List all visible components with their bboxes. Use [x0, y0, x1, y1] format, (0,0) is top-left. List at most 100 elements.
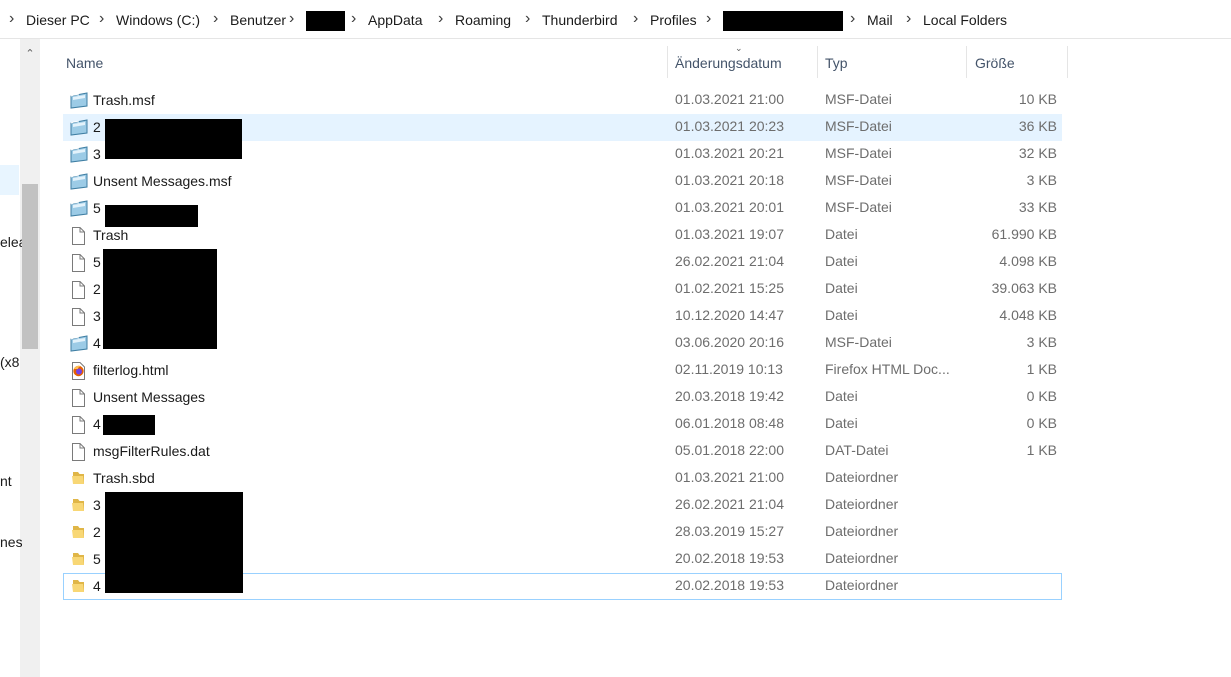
chevron-right-icon[interactable]: ›: [633, 10, 643, 28]
file-row[interactable]: Trash.msf 01.03.2021 21:00 MSF-Datei 10 KB: [63, 87, 1062, 114]
file-row[interactable]: 3 26.02.2021 21:04 Dateiordner: [63, 492, 1062, 593]
redaction-box: [105, 492, 243, 593]
chevron-right-icon[interactable]: ›: [351, 10, 361, 28]
file-size: 3 KB: [1026, 334, 1057, 350]
column-header-size[interactable]: Größe: [975, 54, 1015, 72]
chevron-right-icon[interactable]: ›: [438, 10, 448, 28]
breadcrumb-label: Roaming: [455, 12, 512, 28]
file-row[interactable]: msgFilterRules.dat 05.01.2018 22:00 DAT-Da…: [63, 438, 1062, 465]
column-header-name[interactable]: Name: [66, 54, 103, 72]
file-type: Dateiordner: [825, 577, 899, 593]
file-size: 1 KB: [1026, 442, 1057, 458]
file-name[interactable]: 5: [93, 199, 101, 217]
file-row[interactable]: 2 01.03.2021 20:23 MSF-Datei 36 KB: [63, 114, 1062, 159]
file-row[interactable]: Trash 01.03.2021 19:07 Datei 61.990 KB: [63, 222, 1062, 249]
file-type: Dateiordner: [825, 550, 899, 566]
column-header-type[interactable]: Typ: [825, 54, 848, 72]
blank-file-icon: [69, 254, 87, 272]
column-divider[interactable]: [1067, 46, 1068, 78]
file-name[interactable]: 2: [93, 118, 101, 136]
file-size: 0 KB: [1026, 388, 1057, 404]
file-modified-date: 01.03.2021 20:23: [675, 118, 784, 134]
breadcrumb-label: Mail: [867, 12, 893, 28]
file-name[interactable]: 2: [93, 280, 101, 298]
file-name[interactable]: 3: [93, 307, 101, 325]
breadcrumb-label: Profiles: [650, 12, 697, 28]
scroll-up-icon[interactable]: ⌃: [23, 47, 37, 61]
file-name[interactable]: 5: [93, 253, 101, 271]
msf-file-icon: [69, 173, 88, 190]
chevron-right-icon[interactable]: ›: [850, 10, 860, 28]
nav-selected-item: [0, 165, 19, 195]
chevron-right-icon[interactable]: ›: [289, 10, 299, 28]
redacted-path-segment: [723, 11, 843, 31]
file-name[interactable]: 3: [93, 496, 101, 514]
file-modified-date: 01.03.2021 20:21: [675, 145, 784, 161]
chevron-right-icon[interactable]: ›: [213, 10, 223, 28]
file-name[interactable]: 4: [93, 577, 101, 595]
file-size: 0 KB: [1026, 415, 1057, 431]
file-type: MSF-Datei: [825, 91, 892, 107]
msf-file-icon: [69, 146, 88, 163]
file-modified-date: 20.02.2018 19:53: [675, 577, 784, 593]
folder-icon: [69, 497, 87, 514]
file-name[interactable]: 5: [93, 550, 101, 568]
column-header-date[interactable]: Änderungsdatum: [675, 54, 782, 72]
msf-file-icon: [69, 335, 88, 352]
chevron-right-icon[interactable]: ›: [525, 10, 535, 28]
file-name[interactable]: filterlog.html: [93, 361, 168, 379]
file-name[interactable]: msgFilterRules.dat: [93, 442, 210, 460]
blank-file-icon: [69, 227, 87, 245]
file-type: Datei: [825, 415, 858, 431]
file-row[interactable]: 5 01.03.2021 20:01 MSF-Datei 33 KB: [63, 195, 1062, 227]
file-type: Datei: [825, 226, 858, 242]
file-name[interactable]: 2: [93, 523, 101, 541]
chevron-right-icon[interactable]: ›: [906, 10, 916, 28]
blank-file-icon: [69, 281, 87, 299]
nav-scrollbar-track[interactable]: [20, 39, 40, 677]
file-type: Firefox HTML Doc...: [825, 361, 950, 377]
file-type: MSF-Datei: [825, 199, 892, 215]
column-divider[interactable]: [966, 46, 967, 78]
file-row[interactable]: filterlog.html 02.11.2019 10:13 Firefox HT…: [63, 357, 1062, 384]
nav-item-fragment[interactable]: elea: [0, 233, 22, 251]
address-bar[interactable]: › Dieser PC › Windows (C:) › Benutzer › › AppDat…: [0, 0, 1231, 39]
column-divider[interactable]: [817, 46, 818, 78]
nav-item-fragment[interactable]: nt: [0, 472, 22, 490]
file-type: Datei: [825, 253, 858, 269]
file-size: 32 KB: [1018, 145, 1057, 161]
nav-item-fragment[interactable]: (x8: [0, 353, 22, 371]
file-row[interactable]: Unsent Messages 20.03.2018 19:42 Datei 0 KB: [63, 384, 1062, 411]
breadcrumb-label: Benutzer: [230, 12, 287, 28]
file-row[interactable]: Trash.sbd 01.03.2021 21:00 Dateiordner: [63, 465, 1062, 492]
file-name[interactable]: Trash: [93, 226, 128, 244]
file-row[interactable]: Unsent Messages.msf 01.03.2021 20:18 MSF-D…: [63, 168, 1062, 195]
file-size: 10 KB: [1018, 91, 1057, 107]
file-name[interactable]: Unsent Messages: [93, 388, 205, 406]
file-size: 3 KB: [1026, 172, 1057, 188]
file-name[interactable]: Trash.sbd: [93, 469, 155, 487]
nav-scrollbar-thumb[interactable]: [22, 184, 38, 349]
file-row[interactable]: 4 06.01.2018 08:48 Datei 0 KB: [63, 411, 1062, 438]
redaction-box: [103, 249, 217, 349]
file-modified-date: 20.03.2018 19:42: [675, 388, 784, 404]
file-name[interactable]: Trash.msf: [93, 91, 155, 109]
chevron-right-icon[interactable]: ›: [9, 10, 19, 28]
file-modified-date: 02.11.2019 10:13: [675, 361, 783, 377]
file-name[interactable]: Unsent Messages.msf: [93, 172, 232, 190]
folder-icon: [69, 470, 87, 487]
file-name[interactable]: 3: [93, 145, 101, 163]
breadcrumb-label: Windows (C:): [116, 12, 201, 28]
file-row[interactable]: 5 26.02.2021 21:04 Datei 4.098 KB: [63, 249, 1062, 349]
file-size: 61.990 KB: [991, 226, 1057, 242]
file-type: MSF-Datei: [825, 118, 892, 134]
file-modified-date: 01.03.2021 20:01: [675, 199, 784, 215]
file-name[interactable]: 4: [93, 415, 101, 433]
breadcrumb-label: Thunderbird: [542, 12, 618, 28]
file-type: Datei: [825, 388, 858, 404]
chevron-right-icon[interactable]: ›: [706, 10, 716, 28]
chevron-right-icon[interactable]: ›: [99, 10, 109, 28]
nav-item-fragment[interactable]: nes: [0, 533, 22, 551]
file-name[interactable]: 4: [93, 334, 101, 352]
column-divider[interactable]: [667, 46, 668, 78]
